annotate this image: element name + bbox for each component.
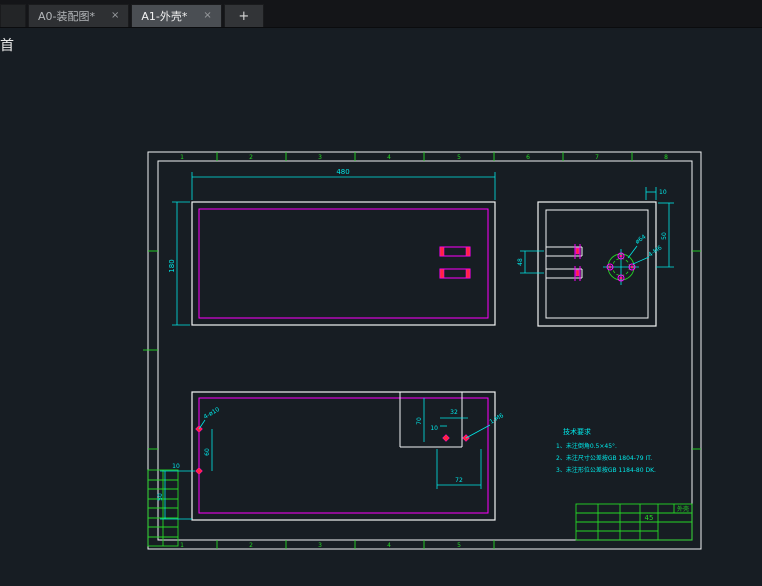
- dim-60: 60: [204, 448, 211, 456]
- zone-number: 8: [664, 154, 668, 161]
- zone-number: 2: [249, 154, 253, 161]
- zone-number: 2: [249, 542, 253, 549]
- zone-number: 4: [387, 154, 391, 161]
- dim-10-inner: 10: [430, 425, 438, 432]
- leader-4m6: 4-M6: [647, 244, 663, 258]
- tab-partial[interactable]: [0, 4, 26, 27]
- dim-70: 70: [416, 417, 423, 425]
- title-block: 45 外壳: [575, 503, 693, 541]
- dim-48: 48: [517, 258, 524, 266]
- drawing-sheet-svg: 1 2 3 4 5 6 7 8 1 2 3 4 5 45 外壳 480 180 …: [143, 151, 702, 550]
- note-line: 1、未注倒角0.5×45°.: [556, 442, 617, 450]
- zone-number: 5: [457, 154, 461, 161]
- note-line: 3、未注形位公差按GB 1184-80 DK.: [556, 466, 656, 474]
- part-name: 外壳: [677, 505, 689, 513]
- dim-50-left: 50: [157, 493, 164, 501]
- dim-32: 32: [450, 409, 458, 416]
- zone-number: 4: [387, 542, 391, 549]
- drawing-tab-bar: A0-装配图* × A1-外壳* × +: [0, 0, 762, 28]
- zone-number: 3: [318, 154, 322, 161]
- zone-number: 1: [180, 154, 184, 161]
- dim-72: 72: [455, 477, 463, 484]
- close-icon[interactable]: ×: [203, 11, 211, 21]
- view-side-flange: 48 ø64 4-M6 10 50: [517, 187, 674, 327]
- new-tab-button[interactable]: +: [223, 4, 264, 27]
- zone-marks: 1 2 3 4 5 6 7 8 1 2 3 4 5: [143, 152, 701, 549]
- dim-10-left: 10: [172, 463, 180, 470]
- zone-number: 7: [595, 154, 599, 161]
- dim-10-top: 10: [659, 189, 667, 196]
- tab-a0-assembly[interactable]: A0-装配图* ×: [28, 4, 130, 27]
- leader-1m6: 1-M6: [489, 412, 506, 426]
- tab-a1-shell[interactable]: A1-外壳* ×: [131, 4, 222, 27]
- material-value: 45: [645, 514, 654, 522]
- cad-viewport[interactable]: 首 1 2 3 4 5 6 7 8 1 2 3 4 5 45 外壳 480 18…: [0, 27, 762, 586]
- dim-50-right: 50: [661, 232, 668, 240]
- zone-number: 5: [457, 542, 461, 549]
- dim-180: 180: [168, 259, 176, 272]
- view-top-plan: 480 180: [168, 168, 496, 326]
- sheet-frame: [147, 151, 702, 550]
- note-line: 2、未注尺寸公差按GB 1804-79 IT.: [556, 454, 652, 462]
- leader-4d10: 4-ø10: [203, 406, 222, 421]
- view-bottom-front: 70 32 10 1-M6 72 4-ø10 60 50 10: [157, 391, 506, 521]
- tab-a1-label: A1-外壳*: [141, 10, 188, 23]
- technical-notes: 技术要求 1、未注倒角0.5×45°. 2、未注尺寸公差按GB 1804-79 …: [556, 427, 656, 474]
- zone-number: 6: [526, 154, 530, 161]
- notes-title: 技术要求: [563, 427, 591, 436]
- cad-application-window: A0-装配图* × A1-外壳* × + 首 1 2 3 4 5 6 7 8 1…: [0, 0, 762, 586]
- zone-number: 1: [180, 542, 184, 549]
- close-icon[interactable]: ×: [111, 11, 119, 21]
- revision-table: [147, 469, 179, 547]
- zone-number: 3: [318, 542, 322, 549]
- dim-480: 480: [336, 168, 349, 176]
- plus-icon: +: [238, 8, 250, 24]
- leader-dia: ø64: [634, 233, 647, 245]
- tab-a0-label: A0-装配图*: [38, 10, 95, 23]
